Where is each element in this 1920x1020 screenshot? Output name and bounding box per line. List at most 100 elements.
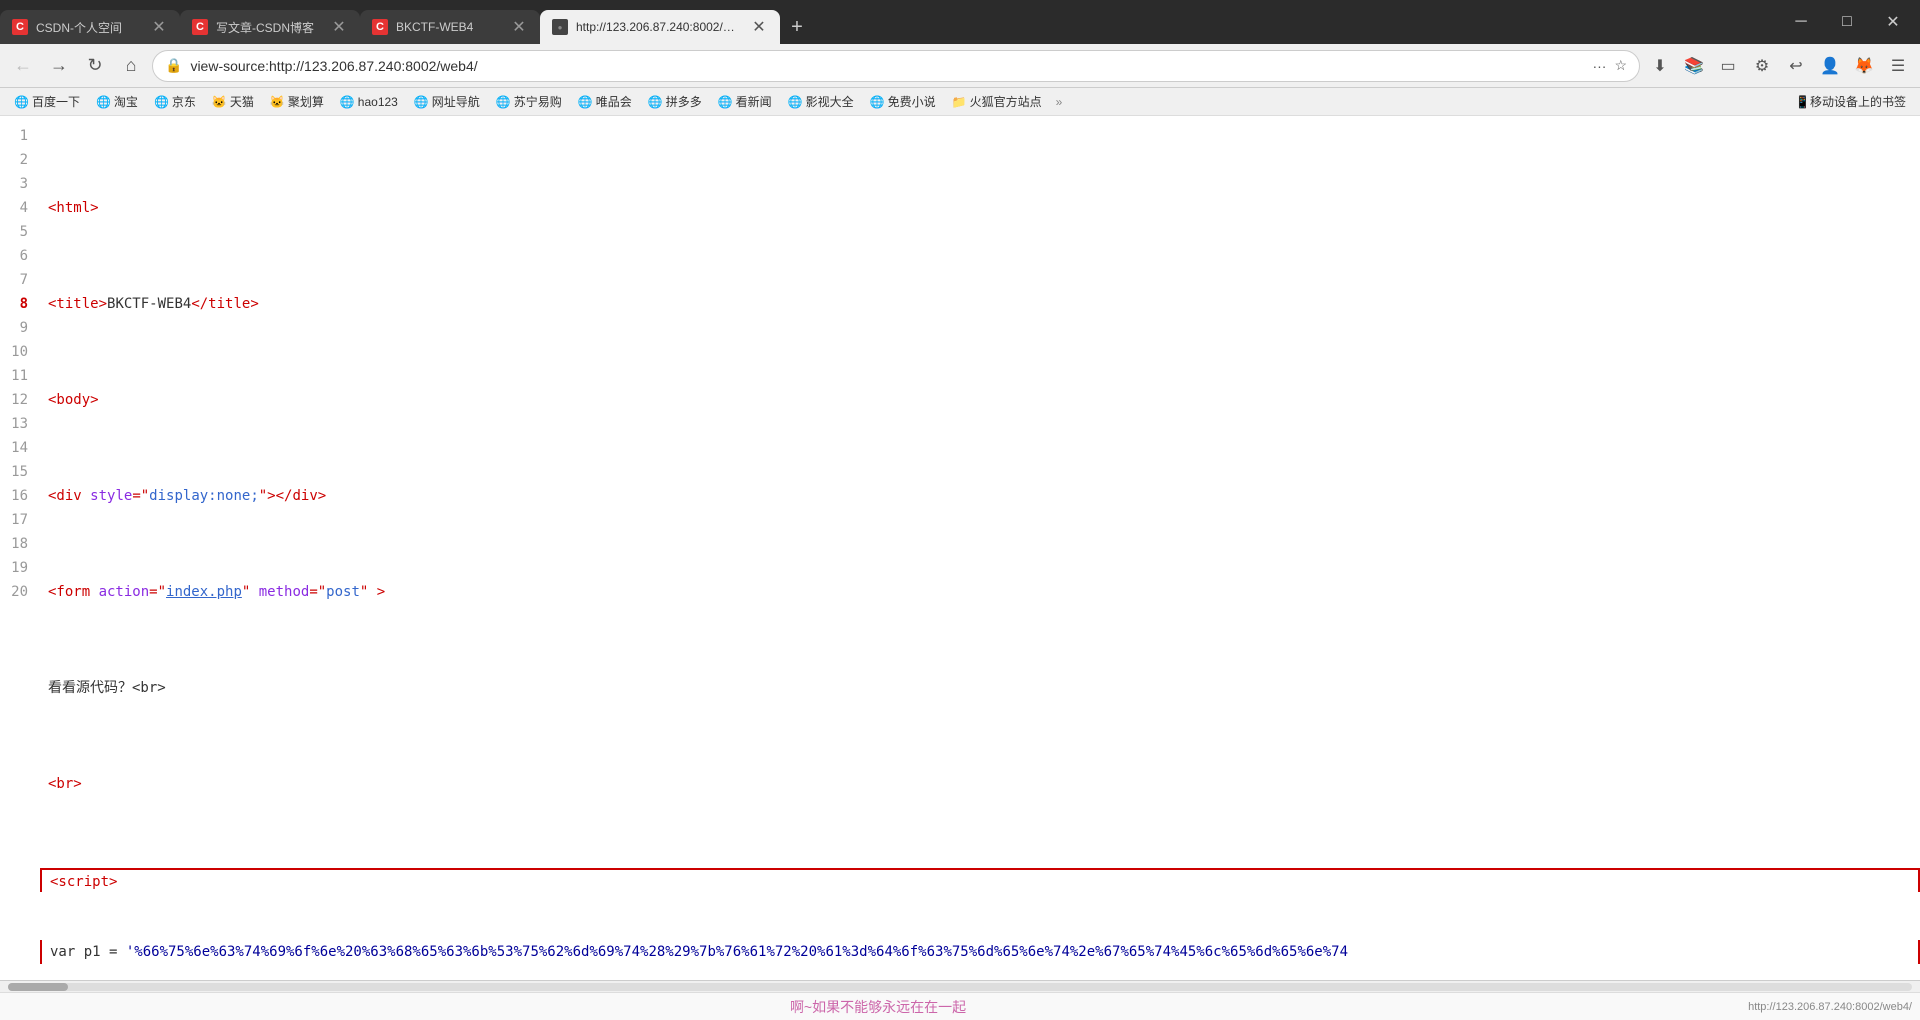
settings-button[interactable]: ⚙ bbox=[1748, 52, 1776, 80]
history-button[interactable]: ↩ bbox=[1782, 52, 1810, 80]
more-icon: ··· bbox=[1592, 58, 1606, 74]
tab-favicon-2: C bbox=[192, 19, 208, 35]
bookmark-taobao[interactable]: 🌐淘宝 bbox=[90, 91, 144, 112]
new-tab-button[interactable]: + bbox=[780, 10, 814, 44]
browser-window: C CSDN-个人空间 ✕ C 写文章-CSDN博客 ✕ C BKCTF-WEB… bbox=[0, 0, 1920, 1020]
ln-11: 11 bbox=[8, 364, 28, 388]
tab-label-3: BKCTF-WEB4 bbox=[396, 20, 502, 34]
tab-csdn-personal[interactable]: C CSDN-个人空间 ✕ bbox=[0, 10, 180, 44]
globe-icon-pinduoduo: 🌐 bbox=[648, 95, 663, 109]
source-line-4: <div style="display:none;"></div> bbox=[40, 484, 1920, 508]
ln-9: 9 bbox=[8, 316, 28, 340]
star-icon[interactable]: ☆ bbox=[1614, 57, 1627, 74]
bookmark-wangzhi[interactable]: 🌐网址导航 bbox=[408, 91, 486, 112]
tab-favicon-4: ● bbox=[552, 19, 568, 35]
bookmark-novel[interactable]: 🌐免费小说 bbox=[864, 91, 942, 112]
globe-icon-baidu: 🌐 bbox=[14, 95, 29, 109]
bookmark-baidu[interactable]: 🌐百度一下 bbox=[8, 91, 86, 112]
folder-icon: 📁 bbox=[952, 95, 967, 109]
minimize-button[interactable]: ─ bbox=[1778, 0, 1824, 44]
browser-actions: ⬇ 📚 ▭ ⚙ ↩ 👤 🦊 ☰ bbox=[1646, 52, 1912, 80]
ln-12: 12 bbox=[8, 388, 28, 412]
address-icons: ··· ☆ bbox=[1592, 57, 1627, 74]
bottom-center-text: 啊~如果不能够永远在在一起 bbox=[8, 997, 1748, 1017]
back-button[interactable]: ← bbox=[8, 51, 38, 81]
globe-icon-novel: 🌐 bbox=[870, 95, 885, 109]
forward-button[interactable]: → bbox=[44, 51, 74, 81]
scrollbar-thumb[interactable] bbox=[8, 983, 68, 991]
bookmark-folder[interactable]: 📁火狐官方站点 bbox=[946, 91, 1048, 112]
source-line-8: <script> bbox=[40, 868, 1920, 892]
source-line-2: <title>BKCTF-WEB4</title> bbox=[40, 292, 1920, 316]
tab-close-2[interactable]: ✕ bbox=[330, 18, 348, 36]
globe-icon-hao123: 🌐 bbox=[340, 95, 355, 109]
ln-13: 13 bbox=[8, 412, 28, 436]
tab-csdn-write[interactable]: C 写文章-CSDN博客 ✕ bbox=[180, 10, 360, 44]
source-line-5: <form action="index.php" method="post" > bbox=[40, 580, 1920, 604]
refresh-button[interactable]: ↻ bbox=[80, 51, 110, 81]
ln-2: 2 bbox=[8, 148, 28, 172]
lock-icon: 🔒 bbox=[165, 57, 182, 74]
ln-10: 10 bbox=[8, 340, 28, 364]
bookmark-tianmao[interactable]: 🐱天猫 bbox=[206, 91, 260, 112]
maximize-button[interactable]: □ bbox=[1824, 0, 1870, 44]
ln-16: 16 bbox=[8, 484, 28, 508]
bookmark-news[interactable]: 🌐看新闻 bbox=[712, 91, 778, 112]
bookmarks-button[interactable]: 📚 bbox=[1680, 52, 1708, 80]
globe-icon-video: 🌐 bbox=[788, 95, 803, 109]
address-input[interactable] bbox=[190, 58, 1584, 74]
tab-label-4: http://123.206.87.240:8002/web4/ bbox=[576, 20, 742, 34]
source-line-7: <br> bbox=[40, 772, 1920, 796]
globe-icon-suning: 🌐 bbox=[496, 95, 511, 109]
ln-7: 7 bbox=[8, 268, 28, 292]
bookmark-mobile[interactable]: 📱移动设备上的书签 bbox=[1789, 91, 1912, 112]
scrollbar-track bbox=[8, 983, 1912, 991]
ln-3: 3 bbox=[8, 172, 28, 196]
bookmark-vip[interactable]: 🌐唯品会 bbox=[572, 91, 638, 112]
horizontal-scrollbar[interactable] bbox=[0, 980, 1920, 992]
ln-8: 8 bbox=[8, 292, 28, 316]
ln-4: 4 bbox=[8, 196, 28, 220]
address-bar[interactable]: 🔒 ··· ☆ bbox=[152, 50, 1640, 82]
bookmark-hao123[interactable]: 🌐hao123 bbox=[334, 93, 404, 111]
tab-favicon-1: C bbox=[12, 19, 28, 35]
close-button[interactable]: ✕ bbox=[1870, 0, 1916, 44]
ln-1: 1 bbox=[8, 124, 28, 148]
tab-close-4[interactable]: ✕ bbox=[750, 18, 768, 36]
source-lines: <html> <title>BKCTF-WEB4</title> <body> … bbox=[40, 116, 1920, 980]
bookmark-video[interactable]: 🌐影视大全 bbox=[782, 91, 860, 112]
bookmark-pinduoduo[interactable]: 🌐拼多多 bbox=[642, 91, 708, 112]
nav-bar: ← → ↻ ⌂ 🔒 ··· ☆ ⬇ 📚 ▭ ⚙ ↩ 👤 🦊 ☰ bbox=[0, 44, 1920, 88]
tab-favicon-3: C bbox=[372, 19, 388, 35]
profile-button[interactable]: 👤 bbox=[1816, 52, 1844, 80]
tab-label-1: CSDN-个人空间 bbox=[36, 19, 142, 36]
bookmark-juhuasuan[interactable]: 🐱聚划算 bbox=[264, 91, 330, 112]
source-line-1: <html> bbox=[40, 196, 1920, 220]
bookmark-jd[interactable]: 🌐京东 bbox=[148, 91, 202, 112]
globe-icon-news: 🌐 bbox=[718, 95, 733, 109]
ln-19: 19 bbox=[8, 556, 28, 580]
ln-17: 17 bbox=[8, 508, 28, 532]
bottom-right-url: http://123.206.87.240:8002/web4/ bbox=[1748, 1001, 1912, 1013]
tab-close-1[interactable]: ✕ bbox=[150, 18, 168, 36]
ln-5: 5 bbox=[8, 220, 28, 244]
home-button[interactable]: ⌂ bbox=[116, 51, 146, 81]
download-button[interactable]: ⬇ bbox=[1646, 52, 1674, 80]
firefox-icon: 🦊 bbox=[1850, 52, 1878, 80]
tab-bkctf-web4[interactable]: C BKCTF-WEB4 ✕ bbox=[360, 10, 540, 44]
bookmark-more[interactable]: » bbox=[1056, 95, 1063, 109]
source-viewer: 1 2 3 4 5 6 7 8 9 10 11 12 13 14 15 16 1… bbox=[0, 116, 1920, 980]
bookmark-suning[interactable]: 🌐苏宁易购 bbox=[490, 91, 568, 112]
tab-label-2: 写文章-CSDN博客 bbox=[216, 19, 322, 36]
ln-6: 6 bbox=[8, 244, 28, 268]
source-line-9: var p1 = '%66%75%6e%63%74%69%6f%6e%20%63… bbox=[40, 940, 1920, 964]
tab-bar: C CSDN-个人空间 ✕ C 写文章-CSDN博客 ✕ C BKCTF-WEB… bbox=[0, 10, 1778, 44]
bottom-bar: 啊~如果不能够永远在在一起 http://123.206.87.240:8002… bbox=[0, 992, 1920, 1020]
tab-close-3[interactable]: ✕ bbox=[510, 18, 528, 36]
reading-mode-button[interactable]: ▭ bbox=[1714, 52, 1742, 80]
menu-button[interactable]: ☰ bbox=[1884, 52, 1912, 80]
tab-viewsource[interactable]: ● http://123.206.87.240:8002/web4/ ✕ bbox=[540, 10, 780, 44]
ln-15: 15 bbox=[8, 460, 28, 484]
globe-icon-vip: 🌐 bbox=[578, 95, 593, 109]
globe-icon-jd: 🌐 bbox=[154, 95, 169, 109]
